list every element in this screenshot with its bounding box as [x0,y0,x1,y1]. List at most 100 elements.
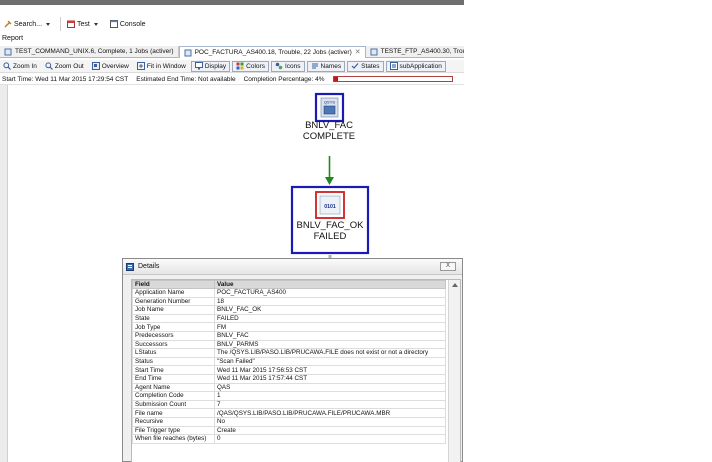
value-cell: POC_FACTURA_AS400 [214,288,446,298]
field-cell: Completion Code [132,391,215,401]
column-header-value[interactable]: Value [214,280,446,289]
table-row[interactable]: Generation Number 18 [132,296,446,307]
table-row[interactable]: LStatus The /QSYS.LIB/PASO.LIB/PRUCAWA.FI… [132,348,446,358]
table-row[interactable]: Recursive No [132,416,446,427]
table-row[interactable]: State FAILED [132,313,446,324]
value-cell: 1 [214,391,446,401]
table-row[interactable]: Job Name BNLV_FAC_OK [132,305,446,315]
job-node-bnlv-fac[interactable]: QSYS [314,92,345,123]
field-cell: State [132,313,215,324]
zoom-out-button[interactable]: Zoom Out [42,61,87,72]
value-cell: No [214,416,446,427]
subapplication-button[interactable]: subApplication [385,60,446,72]
test-button[interactable]: Test [67,20,98,28]
close-icon[interactable]: ✕ [355,47,361,59]
search-icon [4,20,12,28]
table-row[interactable]: Completion Code 1 [132,391,446,401]
completion-progress-bar [332,76,453,82]
table-header-row: Field Value [132,280,446,289]
column-header-field[interactable]: Field [132,280,215,289]
chevron-down-icon[interactable] [46,22,51,26]
display-label: Display [204,62,227,70]
start-time-label: Start Time: [2,75,34,83]
node-name: BNLV_FAC [305,120,353,131]
details-table: Field Value Application Name POC_FACTURA_… [132,280,446,444]
value-cell: Create [214,425,446,436]
display-button[interactable]: Display [190,60,231,72]
start-time-value: Wed 11 Mar 2015 17:29:54 CST [35,75,129,83]
value-cell: "Scan Failed" [214,356,446,367]
run-status-line: Start Time: Wed 11 Mar 2015 17:29:54 CST… [0,74,464,85]
names-label: Names [320,62,342,70]
search-button[interactable]: Search... [4,20,51,28]
main-toolbar: Search... Test Console [0,14,154,34]
field-cell: Status [132,356,215,367]
field-cell: Predecessors [132,330,215,341]
table-row[interactable]: Status "Scan Failed" [132,356,446,367]
fit-in-window-button[interactable]: Fit in Window [134,61,189,72]
value-cell: 7 [214,399,446,410]
test-label: Test [77,20,90,28]
details-title-bar[interactable]: Details [123,259,462,275]
scroll-up-arrow-icon[interactable] [452,283,458,287]
end-time-label: Estimated End Time: [136,75,197,83]
table-row[interactable]: Successors BNLV_PARMS [132,339,446,350]
title-strip [0,0,464,5]
fit-in-window-label: Fit in Window [146,62,186,70]
display-icon [194,62,203,70]
states-button[interactable]: States [347,60,384,72]
vertical-scrollbar[interactable] [448,280,460,462]
zoom-in-button[interactable]: Zoom In [0,61,40,72]
tab-label: TESTE_FTP_AS400.30, Trouble, [380,48,464,55]
table-row[interactable]: When file reaches (bytes) 0 [132,434,446,444]
value-cell: FM [214,322,446,332]
table-row[interactable]: Start Time Wed 11 Mar 2015 17:56:53 CST [132,365,446,375]
chevron-down-icon[interactable] [93,22,98,26]
console-label: Console [119,20,146,28]
colors-button[interactable]: Colors [232,60,269,72]
close-button[interactable]: X [440,262,456,271]
names-button[interactable]: Names [306,60,346,72]
value-cell: FAILED [214,313,446,324]
table-row[interactable]: End Time Wed 11 Mar 2015 17:57:44 CST [132,373,446,384]
overview-icon [91,62,100,70]
table-row[interactable]: File Trigger type Create [132,425,446,436]
node-state: FAILED [313,231,347,242]
calendar-icon [67,20,76,28]
tab-test-command-unix[interactable]: TEST_COMMAND_UNIX.6, Complete, 1 Jobs (a… [0,46,179,58]
completion-label: Completion Percentage: [243,75,314,83]
toolbar-divider [60,17,62,31]
table-row[interactable]: Application Name POC_FACTURA_AS400 [132,288,446,298]
field-cell: End Time [132,373,215,384]
table-row[interactable]: Agent Name QAS [132,382,446,393]
tab-poc-factura-as400[interactable]: POC_FACTURA_AS400.18, Trouble, 22 Jobs (… [178,46,366,59]
value-cell: 18 [214,296,446,307]
icons-label: Icons [284,62,301,70]
file-trigger-icon: 0101 [319,195,341,215]
table-row[interactable]: Job Type FM [132,322,446,332]
overview-label: Overview [101,62,129,70]
table-row[interactable]: Predecessors BNLV_FAC [132,330,446,341]
icons-button[interactable]: Icons [270,60,305,72]
view-toolbar: Zoom In Zoom Out Overview Fit in Window … [0,60,464,73]
details-title: Details [138,263,160,270]
tab-teste-ftp-as400[interactable]: TESTE_FTP_AS400.30, Trouble, [366,46,464,58]
qsys-icon: QSYS [320,97,339,118]
node-caption-bnlv-fac: BNLV_FAC COMPLETE [289,120,369,142]
field-cell: Recursive [132,416,215,427]
zoom-out-label: Zoom Out [54,62,84,70]
zoom-in-icon [3,62,11,70]
table-row[interactable]: Submission Count 7 [132,399,446,410]
editor-tab-bar: TEST_COMMAND_UNIX.6, Complete, 1 Jobs (a… [0,46,464,58]
console-button[interactable]: Console [109,20,146,28]
subapplication-label: subApplication [399,62,442,70]
value-cell: 0 [214,434,446,444]
states-icon [351,63,359,69]
end-time-value: Not available [198,75,236,83]
value-cell: Wed 11 Mar 2015 17:57:44 CST [214,373,446,384]
flow-connector-arrow [325,156,334,185]
value-cell: Wed 11 Mar 2015 17:56:53 CST [214,365,446,375]
table-row[interactable]: File name/QAS/QSYS.LIB/PASO.LIB/PRUCAWA.… [132,408,446,418]
overview-button[interactable]: Overview [89,61,132,72]
field-cell: Successors [132,339,215,350]
